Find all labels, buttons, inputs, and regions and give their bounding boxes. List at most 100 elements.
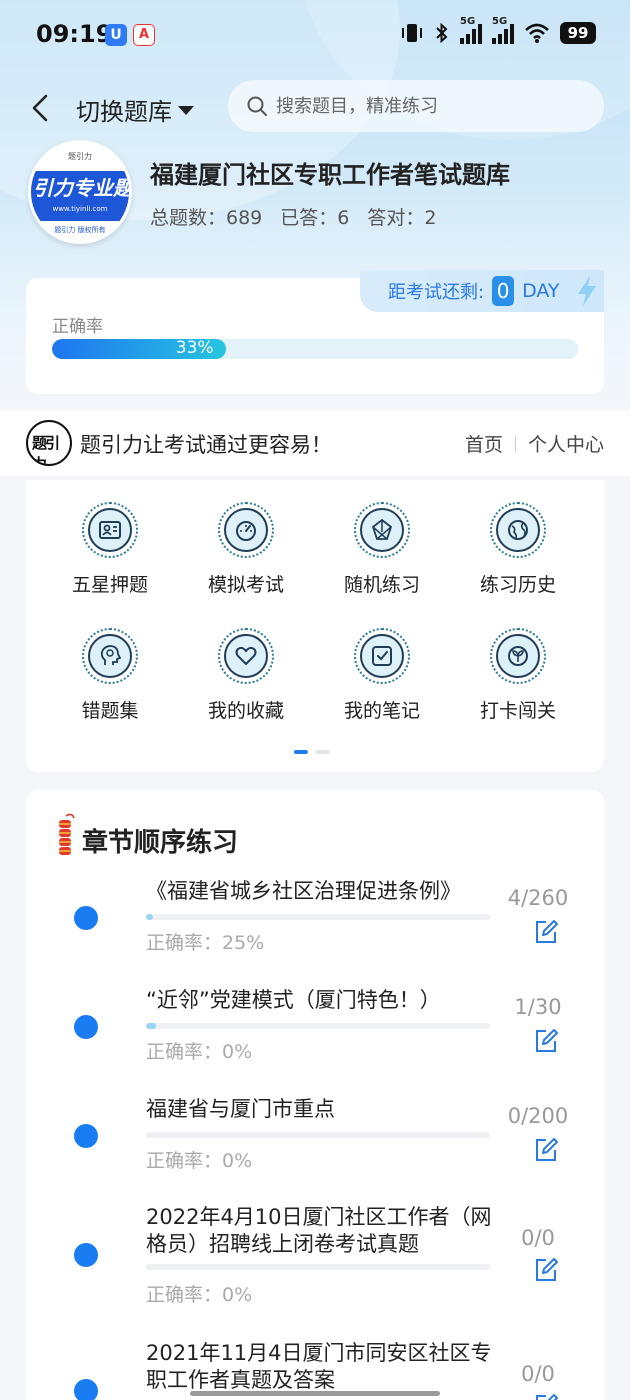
accuracy-percent: 33%: [175, 339, 214, 358]
grid-label: 模拟考试: [207, 574, 284, 596]
grid-item-wrong-questions[interactable]: 错题集: [42, 628, 178, 738]
app-notification-icon: U: [105, 24, 127, 46]
icon-disc: [88, 634, 132, 678]
chapter-dot: [74, 1379, 98, 1400]
logo-url: www.tiyinli.com: [52, 205, 108, 213]
icon-disc: [496, 508, 540, 552]
grid-item-notes[interactable]: 我的笔记: [314, 628, 450, 738]
chevron-left-icon: [32, 94, 48, 122]
icon-ring: [218, 628, 274, 684]
molecule-icon: [371, 518, 393, 540]
accuracy-progress-fill: 33%: [52, 339, 226, 359]
heart-icon: [235, 646, 257, 666]
bluetooth-icon: [436, 22, 448, 44]
chapter-progress-bar: [146, 914, 490, 920]
chapter-progress-fill: [146, 914, 153, 920]
chapter-progress-fill: [146, 1023, 157, 1029]
edit-icon[interactable]: [532, 918, 560, 946]
grid-label: 练习历史: [479, 574, 556, 596]
stat-correct: 答对：2: [367, 207, 437, 229]
page-dot[interactable]: [316, 750, 330, 754]
countdown-unit: DAY: [522, 280, 560, 302]
home-indicator[interactable]: [190, 1391, 440, 1396]
grid-item-five-star[interactable]: 五星押题: [42, 502, 178, 612]
wifi-icon: [525, 23, 549, 43]
icon-ring: [354, 628, 410, 684]
nav-user-center-link[interactable]: 个人中心: [528, 430, 604, 457]
grid-label: 随机练习: [343, 574, 420, 596]
status-time: 09:19: [36, 20, 113, 48]
stat-answered: 已答：6: [280, 207, 350, 229]
bank-stats: 总题数：689 已答：6 答对：2: [150, 203, 436, 230]
search-input[interactable]: [276, 95, 576, 117]
icon-disc: [88, 508, 132, 552]
icon-ring: [82, 502, 138, 558]
switch-bank-label: 切换题库: [76, 98, 172, 126]
head-icon: [100, 645, 122, 665]
icon-ring: [82, 628, 138, 684]
chapter-accuracy: 正确率：0%: [146, 1284, 253, 1306]
chapter-progress-bar: [146, 1023, 490, 1029]
stat-total: 总题数：689: [150, 207, 263, 229]
icon-ring: [490, 628, 546, 684]
exam-countdown: 距考试还剩: 0 DAY: [360, 270, 604, 312]
logo-text: 引力专业题: [33, 176, 132, 200]
brand-slogan: 题引力让考试通过更容易！: [80, 433, 332, 457]
chapter-section-title: 章节顺序练习: [82, 828, 239, 858]
chapter-accuracy: 正确率：0%: [146, 1041, 253, 1063]
switch-bank-dropdown[interactable]: 切换题库: [76, 92, 194, 127]
icon-disc: [496, 634, 540, 678]
grid-item-check-in[interactable]: 打卡闯关: [450, 628, 586, 738]
grid-label: 打卡闯关: [479, 700, 556, 722]
chapter-practice-card: 章节顺序练习 《福建省城乡社区治理促进条例》 正确率：25% 4/260 “近邻…: [26, 790, 604, 1400]
nav-divider: [514, 435, 516, 452]
signal-icon: 5G: [492, 16, 514, 44]
grid-item-mock-exam[interactable]: 模拟考试: [178, 502, 314, 612]
grid-label: 我的收藏: [207, 700, 284, 722]
signal-icon: 5G: [460, 16, 482, 44]
edit-icon[interactable]: [532, 1256, 560, 1284]
bank-title: 福建厦门社区专职工作者笔试题库: [150, 161, 510, 189]
chapter-count: 0/0: [521, 1362, 555, 1386]
edit-icon[interactable]: [532, 1136, 560, 1164]
network-type-label: 5G: [460, 16, 476, 27]
icon-ring: [354, 502, 410, 558]
logo-subtitle: 题引力 版权所有: [54, 226, 106, 234]
chapter-dot: [74, 1243, 98, 1267]
icon-disc: [224, 508, 268, 552]
nav-home-link[interactable]: 首页: [465, 430, 503, 457]
brand-strip: 题引力 题引力让考试通过更容易！ 首页 个人中心: [0, 410, 630, 476]
page-dot-active[interactable]: [294, 750, 308, 754]
chapter-name: “近邻”党建模式（厦门特色！）: [146, 988, 441, 1012]
id-card-icon: [99, 521, 121, 539]
app-notification-icon: A: [133, 24, 155, 46]
edit-icon[interactable]: [532, 1392, 560, 1400]
chapter-count: 0/200: [507, 1104, 569, 1128]
caret-down-icon: [178, 106, 194, 115]
chapter-count: 0/0: [521, 1226, 555, 1250]
chapter-count: 1/30: [514, 995, 562, 1019]
lightning-icon: [578, 276, 596, 306]
globe-icon: [508, 520, 528, 540]
brand-nav: 首页 个人中心: [465, 430, 604, 457]
chapter-count: 4/260: [507, 886, 569, 910]
chapter-dot: [74, 906, 98, 930]
grid-item-random-practice[interactable]: 随机练习: [314, 502, 450, 612]
function-grid: 五星押题 模拟考试 随机练习 练习历史 错题集 我的收藏 我的笔记 打卡闯关: [26, 480, 604, 772]
chapter-accuracy: 正确率：0%: [146, 1150, 253, 1172]
grid-label: 五星押题: [71, 574, 148, 596]
question-bank-logo: 题引力 引力专业题 www.tiyinli.com 题引力 版权所有: [28, 140, 132, 244]
chapter-name: 福建省与厦门市重点: [146, 1097, 335, 1121]
grid-page-indicator: [294, 750, 330, 754]
edit-icon[interactable]: [532, 1027, 560, 1055]
search-box[interactable]: [228, 80, 604, 132]
accuracy-card: 距考试还剩: 0 DAY 正确率 33%: [26, 270, 604, 394]
grid-item-practice-history[interactable]: 练习历史: [450, 502, 586, 612]
chapter-name: 《福建省城乡社区治理促进条例》: [146, 879, 461, 903]
grid-item-favorites[interactable]: 我的收藏: [178, 628, 314, 738]
network-type-label: 5G: [492, 16, 508, 27]
chapter-dot: [74, 1124, 98, 1148]
chapter-accuracy: 正确率：25%: [146, 932, 265, 954]
grid-label: 我的笔记: [343, 700, 420, 722]
back-button[interactable]: [24, 88, 60, 128]
